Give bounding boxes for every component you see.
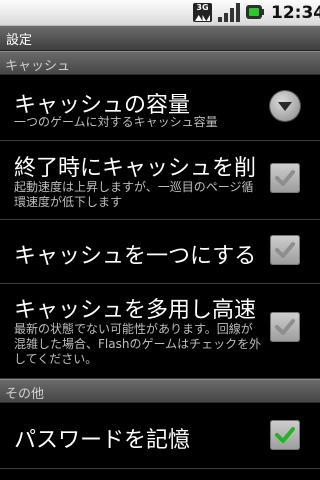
category-label: キャッシュ <box>5 59 71 74</box>
title-bar: 設定 <box>0 26 320 51</box>
checkbox-heavy-cache[interactable] <box>270 312 300 342</box>
status-time: 12:34 <box>271 3 320 23</box>
pref-title: キャッシュを一つにする <box>14 244 257 269</box>
pref-summary: 最新の状態でない可能性があります。回線が混雑した場合、Flashのゲームはチェッ… <box>14 322 262 366</box>
page-title: 設定 <box>6 33 33 48</box>
check-icon <box>275 319 295 335</box>
status-bar: 3G 12:34 <box>0 0 320 26</box>
settings-screen: 3G 12:34 設定 キャッシュ キャッシュの容量 一つのゲームに対するキャッ… <box>0 0 320 480</box>
pref-remember-password[interactable]: パスワードを記憶 <box>0 402 320 469</box>
pref-title: キャッシュを多用し高速 <box>14 298 257 323</box>
category-header-cache: キャッシュ <box>0 51 320 75</box>
category-header-other: その他 <box>0 379 320 403</box>
pref-summary: 起動速度は上昇しますが、一巡目のページ循環速度が低下します <box>14 180 254 209</box>
pref-title: 終了時にキャッシュを削 <box>14 156 257 181</box>
pref-single-cache[interactable]: キャッシュを一つにする <box>0 220 320 284</box>
check-icon <box>275 242 295 258</box>
pref-heavy-cache[interactable]: キャッシュを多用し高速 最新の状態でない可能性があります。回線が混雑した場合、F… <box>0 284 320 379</box>
network-label: 3G <box>196 3 209 12</box>
dropdown-arrow-icon[interactable] <box>270 91 300 121</box>
network-3g-icon: 3G <box>193 3 212 22</box>
pref-title: パスワードを記憶 <box>14 428 191 453</box>
check-icon <box>275 427 295 443</box>
pref-cache-clear-on-exit[interactable]: 終了時にキャッシュを削 起動速度は上昇しますが、一巡目のページ循環速度が低下しま… <box>0 141 320 220</box>
category-label: その他 <box>5 387 45 402</box>
pref-cache-size[interactable]: キャッシュの容量 一つのゲームに対するキャッシュ容量 <box>0 74 320 141</box>
signal-strength-icon <box>218 3 240 22</box>
battery-icon <box>246 3 264 21</box>
checkbox-single-cache[interactable] <box>270 235 300 265</box>
pref-summary: 一つのゲームに対するキャッシュ容量 <box>14 115 218 129</box>
checkbox-remember-password[interactable] <box>270 420 300 450</box>
check-icon <box>275 170 295 186</box>
checkbox-cache-clear-on-exit[interactable] <box>270 163 300 193</box>
